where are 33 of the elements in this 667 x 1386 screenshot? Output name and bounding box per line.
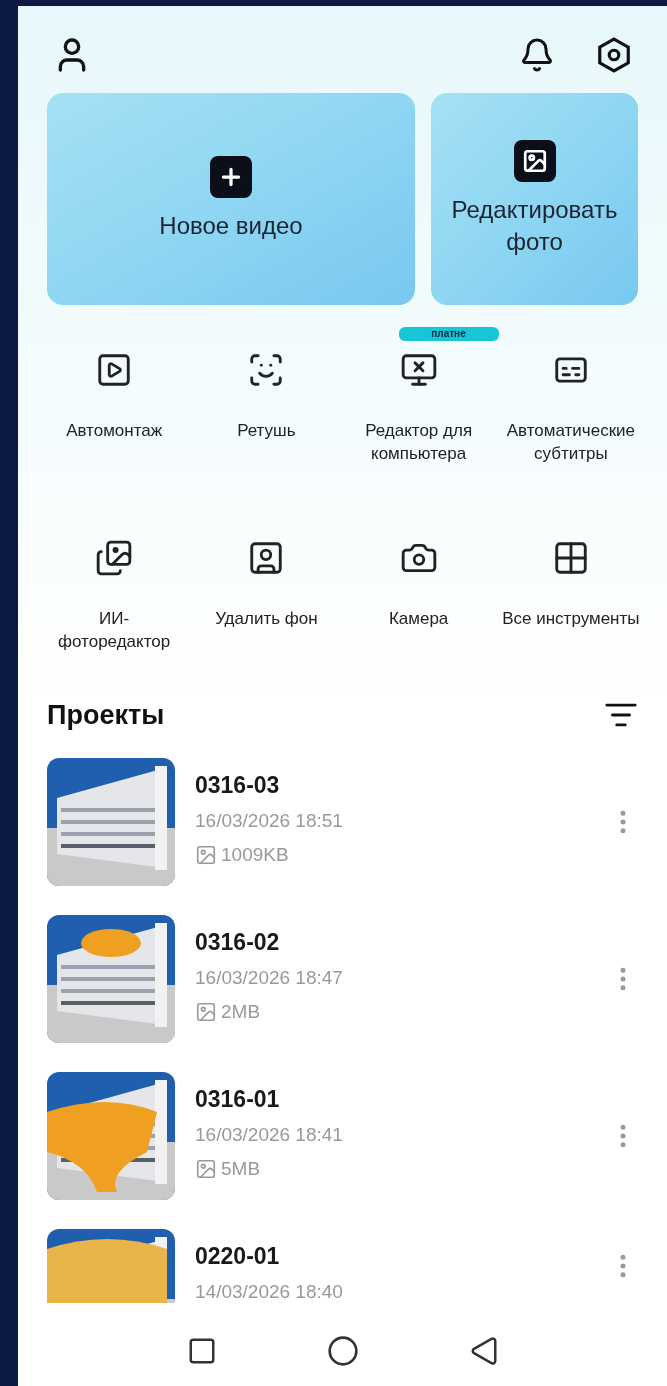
project-name: 0220-01: [195, 1241, 281, 1271]
project-row[interactable]: 0316-02 16/03/2026 18:47 2MB: [47, 914, 638, 1043]
tool-button[interactable]: Камера: [342, 515, 495, 695]
image-size-icon: [195, 1000, 217, 1023]
edit-photo-button[interactable]: Редактировать фото: [431, 93, 638, 305]
home-icon[interactable]: [326, 1335, 359, 1367]
images-icon: [95, 539, 134, 577]
tool-button[interactable]: Удалить фон: [190, 515, 343, 695]
settings-icon[interactable]: [595, 36, 633, 74]
project-date: 16/03/2026 18:51: [195, 808, 344, 833]
project-size: 2MB: [221, 999, 261, 1024]
tool-button[interactable]: Все инструменты: [494, 515, 647, 695]
new-video-button[interactable]: Новое видео: [47, 93, 415, 305]
project-date: 16/03/2026 18:47: [195, 965, 344, 990]
project-date: 16/03/2026 18:41: [195, 1122, 344, 1147]
project-date: 14/03/2026 18:40: [195, 1279, 344, 1303]
project-row[interactable]: 0316-01 16/03/2026 18:41 5MB: [47, 1071, 638, 1200]
project-name: 0316-01: [195, 1084, 281, 1114]
tool-button[interactable]: Ретушь: [190, 327, 343, 507]
project-row[interactable]: 0316-03 16/03/2026 18:51 1009KB: [47, 757, 638, 886]
tool-button[interactable]: Автомонтаж: [38, 327, 191, 507]
notification-icon[interactable]: [519, 37, 555, 73]
image-size-icon: [195, 843, 217, 866]
project-size: 1009KB: [221, 842, 289, 867]
image-icon: [513, 140, 556, 182]
section-title: Проекты: [47, 699, 165, 732]
project-name: 0316-03: [195, 770, 281, 800]
image-size-icon: [195, 1157, 217, 1180]
paid-badge: платне: [398, 327, 499, 341]
project-size: 5MB: [221, 1156, 261, 1181]
project-name: 0316-02: [195, 927, 281, 957]
plus-icon: [210, 156, 252, 198]
tool-button[interactable]: ИИ-фоторедактор: [38, 515, 191, 695]
